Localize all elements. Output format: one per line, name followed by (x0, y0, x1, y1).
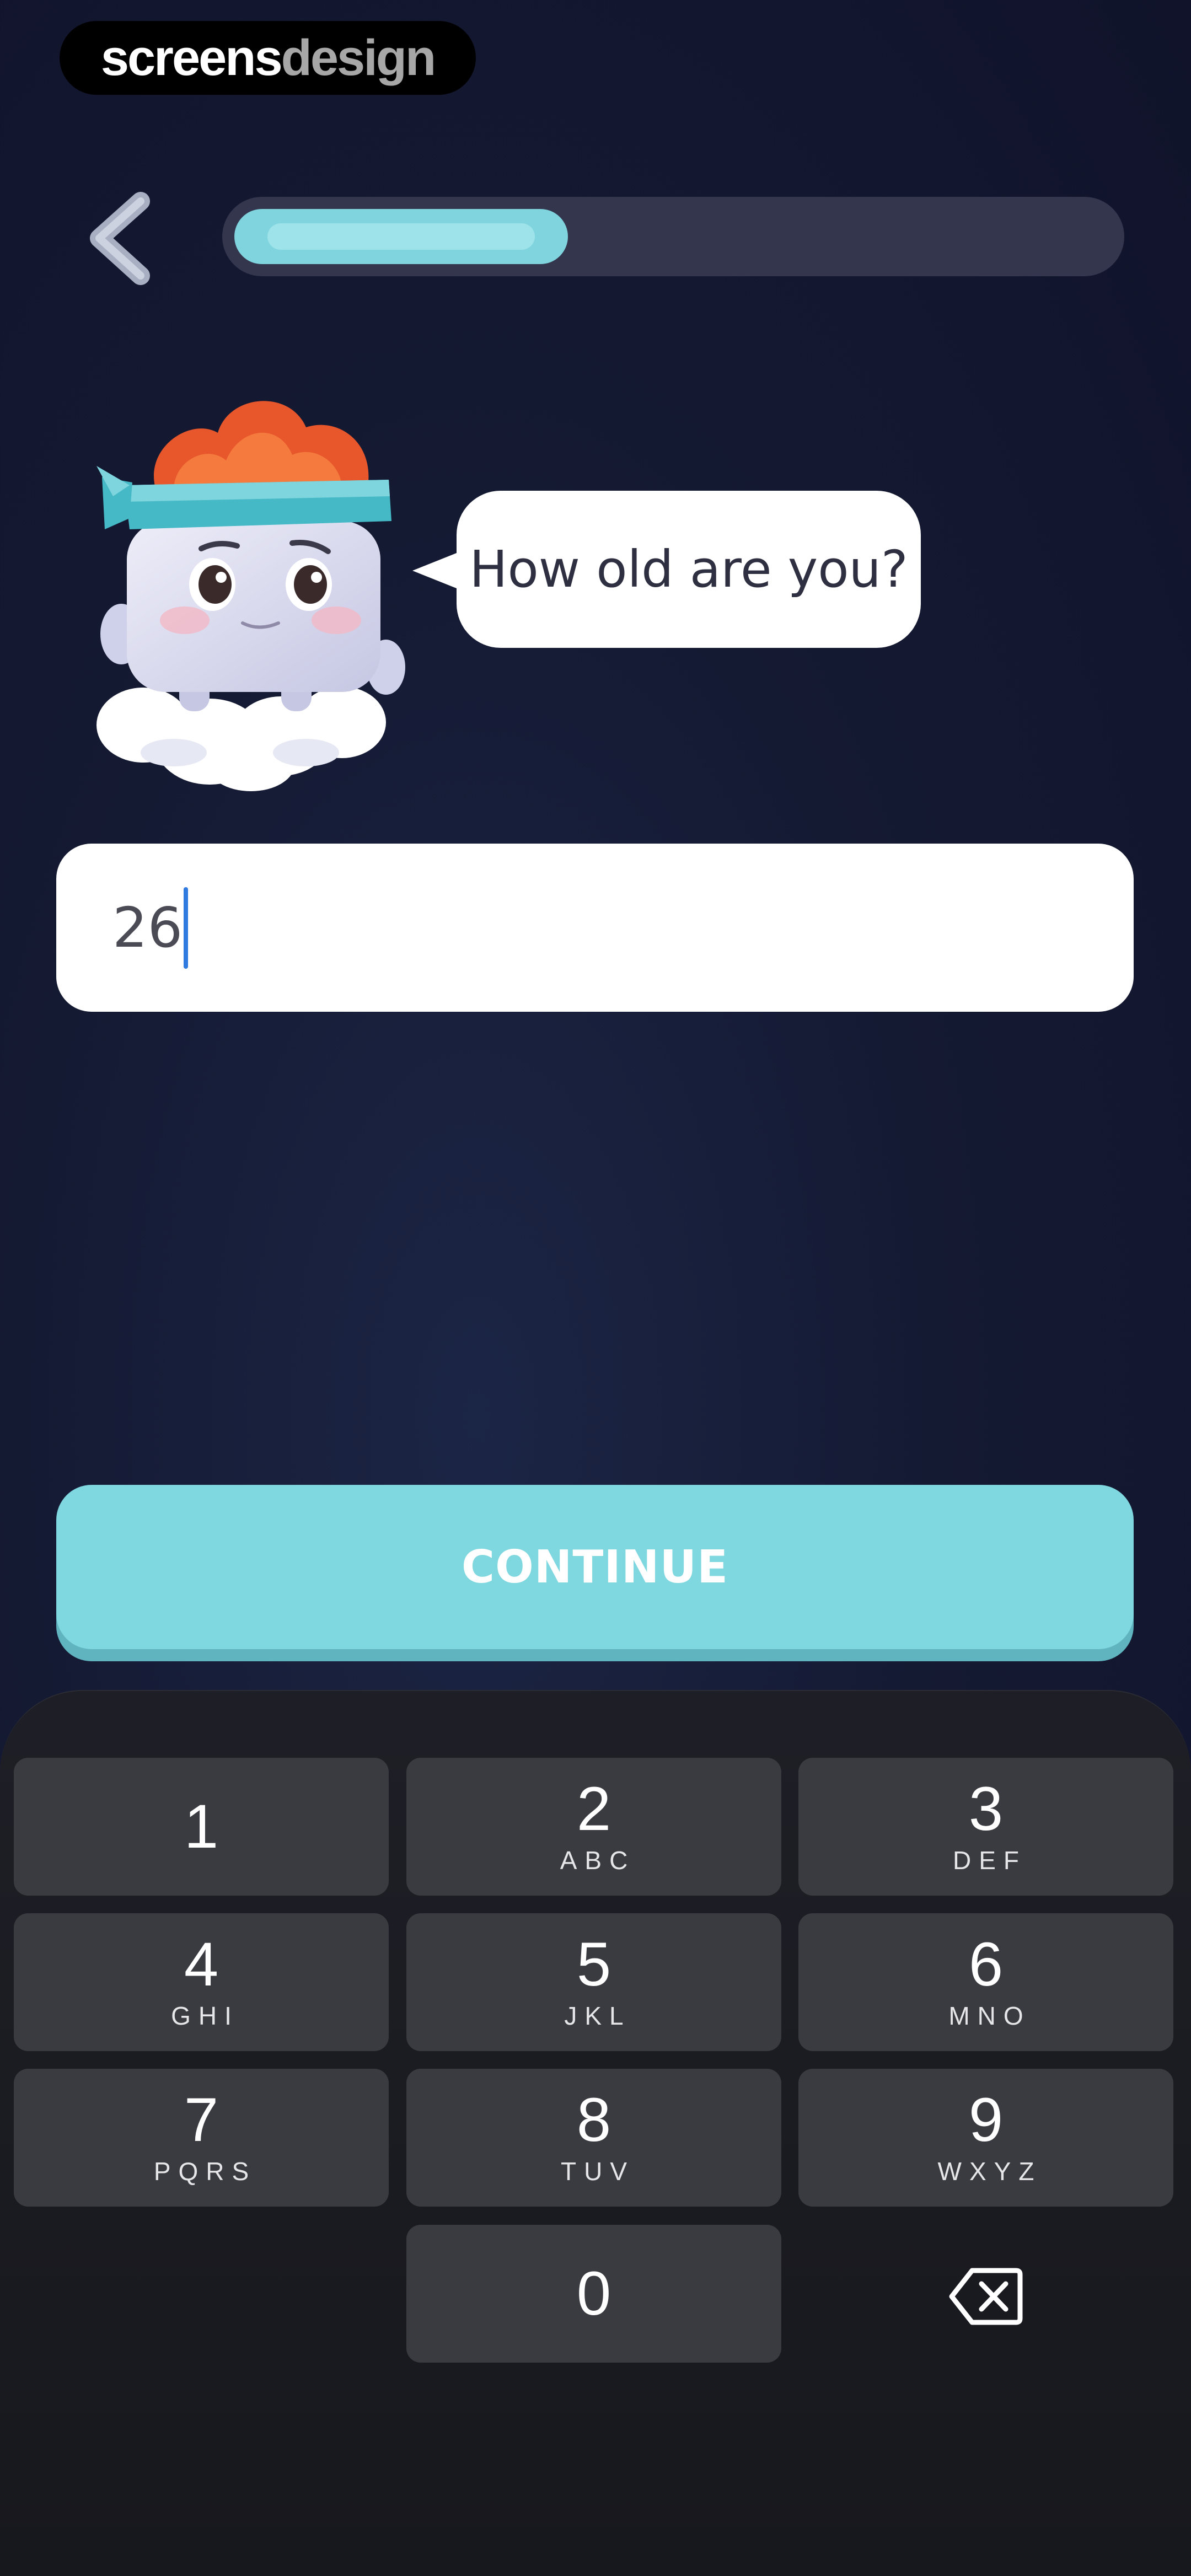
key-letters: TUV (561, 2157, 635, 2186)
key-digit: 2 (576, 1774, 611, 1843)
key-letters: GHI (171, 2001, 239, 2030)
back-button[interactable] (83, 190, 154, 287)
text-caret (184, 887, 189, 969)
chevron-left-icon (90, 192, 150, 285)
key-digit: 4 (184, 1930, 219, 1999)
key-letters: ABC (560, 1846, 636, 1875)
key-digit: 3 (968, 1774, 1004, 1843)
key-letters: WXYZ (937, 2157, 1042, 2186)
key-letters: PQRS (153, 2157, 257, 2186)
progress-bar (222, 197, 1124, 276)
progress-fill (234, 209, 568, 264)
key-digit: 9 (968, 2085, 1004, 2154)
key-letters: JKL (564, 2001, 631, 2030)
key-digit: 8 (576, 2085, 611, 2154)
key-1[interactable]: 1 (14, 1758, 389, 1896)
age-input-value: 26 (112, 895, 183, 960)
key-6[interactable]: 6 MNO (798, 1913, 1173, 2051)
key-4[interactable]: 4 GHI (14, 1913, 389, 2051)
delete-key[interactable] (798, 2228, 1173, 2365)
screensdesign-logo: screens design (60, 21, 476, 95)
mascot-illustration (91, 383, 416, 794)
key-letters: MNO (948, 2001, 1031, 2030)
key-digit: 6 (968, 1930, 1004, 1999)
continue-label: CONTINUE (461, 1541, 729, 1593)
key-digit: 7 (184, 2085, 219, 2154)
key-2[interactable]: 2 ABC (406, 1758, 781, 1896)
key-digit: 5 (576, 1930, 611, 1999)
key-8[interactable]: 8 TUV (406, 2069, 781, 2207)
question-text: How old are you? (469, 540, 908, 599)
key-digit: 1 (184, 1792, 219, 1861)
key-0[interactable]: 0 (406, 2225, 781, 2363)
key-letters: DEF (953, 1846, 1027, 1875)
speech-bubble: How old are you? (457, 491, 921, 648)
age-input[interactable]: 26 (56, 844, 1134, 1012)
key-5[interactable]: 5 JKL (406, 1913, 781, 2051)
progress-shine (267, 223, 535, 250)
key-9[interactable]: 9 WXYZ (798, 2069, 1173, 2207)
backspace-icon (949, 2268, 1023, 2325)
key-digit: 0 (576, 2259, 611, 2328)
logo-text-part1: screens (100, 29, 283, 86)
logo-text-part2: design (281, 29, 436, 86)
continue-button[interactable]: CONTINUE (56, 1485, 1134, 1649)
key-7[interactable]: 7 PQRS (14, 2069, 389, 2207)
key-3[interactable]: 3 DEF (798, 1758, 1173, 1896)
